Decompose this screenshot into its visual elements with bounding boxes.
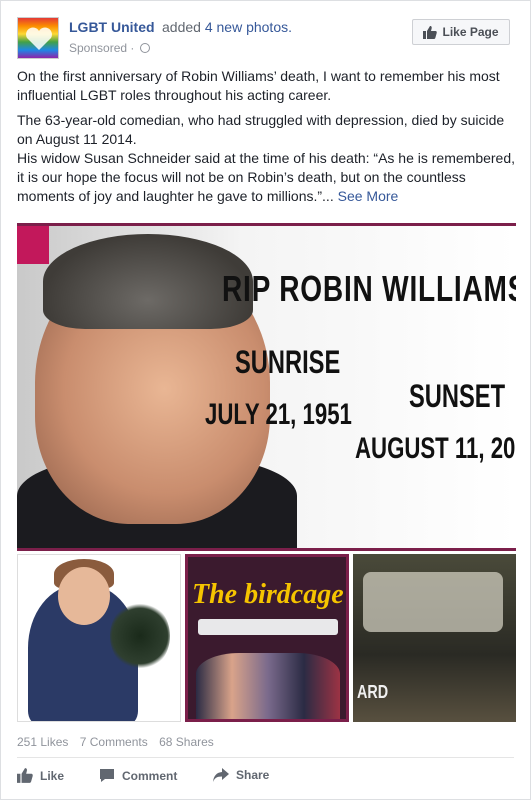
sunset-date: AUGUST 11, 201 <box>355 432 516 465</box>
comments-count[interactable]: 7 Comments <box>80 735 148 749</box>
post-actions: Like Comment Share <box>17 765 514 789</box>
thumbnail-mrs-doubtfire[interactable] <box>17 554 181 722</box>
likes-count[interactable]: 251 Likes <box>17 735 68 749</box>
share-label: Share <box>236 768 270 782</box>
shares-count[interactable]: 68 Shares <box>159 735 214 749</box>
like-label: Like <box>40 768 65 783</box>
like-page-button[interactable]: Like Page <box>412 19 510 45</box>
share-button[interactable]: Share <box>213 768 269 782</box>
lgbt-united-logo <box>17 226 49 264</box>
sponsored-label: Sponsored · <box>69 41 150 55</box>
new-photos-link[interactable]: 4 new photos. <box>205 19 292 35</box>
see-more-link[interactable]: See More <box>338 188 399 204</box>
photo-title: RIP ROBIN WILLIAMS <box>222 268 516 309</box>
thumbnail-caption: ARD <box>357 682 389 702</box>
birdcage-bar <box>198 619 338 635</box>
thumbnail-birdcage[interactable]: The birdcage <box>185 554 349 722</box>
post-paragraph-1: On the first anniversary of Robin Willia… <box>17 68 500 103</box>
post-text: On the first anniversary of Robin Willia… <box>17 67 517 212</box>
like-button[interactable]: Like <box>17 768 64 783</box>
engagement-stats: 251 Likes 7 Comments 68 Shares <box>17 735 222 749</box>
page-name-link[interactable]: LGBT United <box>69 19 155 35</box>
comment-button[interactable]: Comment <box>99 768 177 783</box>
speech-bubble-icon <box>100 769 114 782</box>
birdcage-title: The birdcage <box>192 579 344 610</box>
post-action-text: added 4 new photos. <box>162 19 292 35</box>
windshield-shape <box>363 572 503 632</box>
main-photo[interactable]: RIP ROBIN WILLIAMS SUNRISE JULY 21, 1951… <box>17 223 516 551</box>
thumbnail-car-scene[interactable]: ARD <box>353 554 516 722</box>
like-page-label: Like Page <box>442 25 499 39</box>
comment-label: Comment <box>122 768 178 783</box>
sunset-label: SUNSET <box>409 378 506 414</box>
sunrise-date: JULY 21, 1951 <box>205 398 352 431</box>
sponsored-post-card: LGBT United added 4 new photos. Sponsore… <box>0 0 531 800</box>
thumbs-up-icon <box>17 768 33 783</box>
share-arrow-icon <box>213 768 229 782</box>
sunrise-label: SUNRISE <box>235 344 341 380</box>
rainbow-heart-icon <box>26 27 52 50</box>
globe-icon <box>139 43 150 53</box>
actions-divider <box>17 757 514 758</box>
figure-face <box>58 567 110 625</box>
photo-thumbnails: The birdcage ARD <box>17 554 516 722</box>
birdcage-cast <box>196 653 340 719</box>
page-avatar[interactable] <box>17 17 59 59</box>
post-paragraph-2-3: The 63-year-old comedian, who had strugg… <box>17 112 516 204</box>
thumbs-up-icon <box>423 25 438 39</box>
feather-duster <box>110 601 170 671</box>
